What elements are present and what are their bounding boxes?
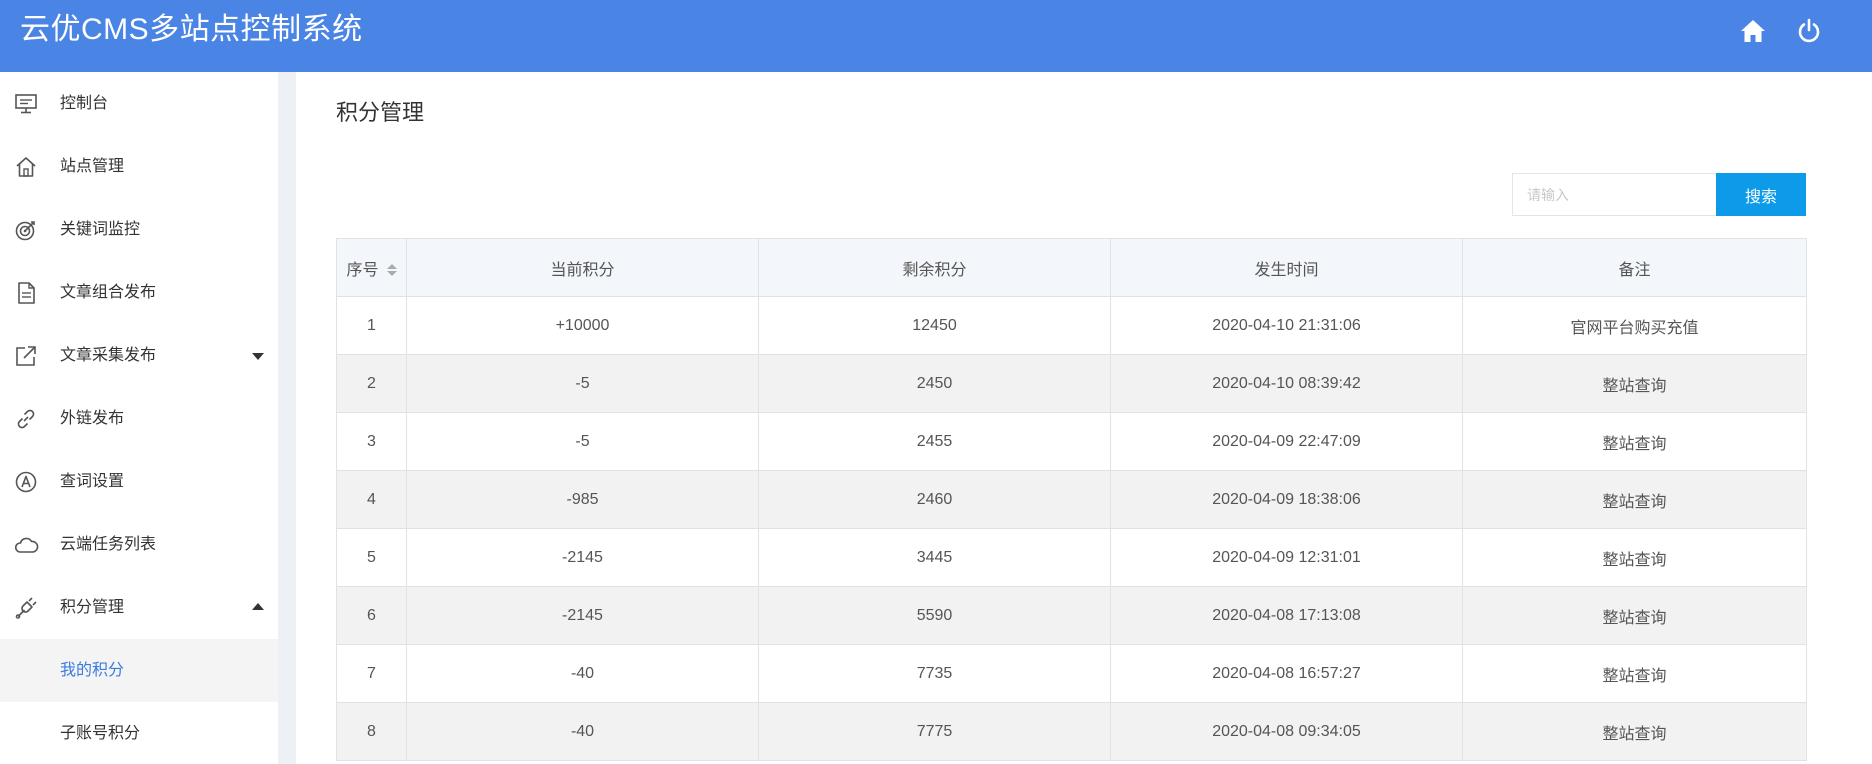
search-input[interactable]	[1512, 173, 1716, 216]
cell-time: 2020-04-08 17:13:08	[1110, 586, 1463, 645]
cell-remaining-points: 5590	[758, 586, 1111, 645]
sidebar-subitem-label: 我的积分	[60, 662, 125, 679]
cell-remaining-points: 7735	[758, 644, 1111, 703]
sidebar-item-label: 积分管理	[60, 599, 125, 616]
cell-current-points: -5	[406, 412, 759, 471]
cell-current-points: -2145	[406, 528, 759, 587]
sidebar-item-label: 查词设置	[60, 473, 125, 490]
cell-time: 2020-04-08 09:34:05	[1110, 702, 1463, 761]
link-icon	[14, 407, 40, 431]
sidebar-item-points[interactable]: 积分管理	[0, 576, 278, 639]
cell-remark: 整站查询	[1462, 702, 1807, 761]
cell-remark: 整站查询	[1462, 586, 1807, 645]
sidebar-item-label: 站点管理	[60, 158, 125, 175]
sidebar-item-sites[interactable]: 站点管理	[0, 135, 278, 198]
table-row: 2 -5 2450 2020-04-10 08:39:42 整站查询	[336, 354, 1807, 413]
external-link-icon	[14, 344, 40, 368]
document-icon	[14, 281, 40, 305]
column-header-index[interactable]: 序号	[336, 238, 407, 297]
cell-remark: 整站查询	[1462, 412, 1807, 471]
sidebar-item-query-settings[interactable]: 查词设置	[0, 450, 278, 513]
cell-index: 3	[336, 412, 407, 471]
column-header-time: 发生时间	[1110, 238, 1463, 297]
cell-index: 6	[336, 586, 407, 645]
cell-time: 2020-04-09 18:38:06	[1110, 470, 1463, 529]
cell-time: 2020-04-09 22:47:09	[1110, 412, 1463, 471]
table-row: 8 -40 7775 2020-04-08 09:34:05 整站查询	[336, 702, 1807, 761]
cell-time: 2020-04-08 16:57:27	[1110, 644, 1463, 703]
sidebar-item-label: 关键词监控	[60, 221, 141, 238]
target-icon	[14, 218, 40, 242]
cell-index: 2	[336, 354, 407, 413]
sidebar-item-label: 云端任务列表	[60, 536, 157, 553]
page-title: 积分管理	[336, 100, 425, 125]
sidebar-item-dashboard[interactable]: 控制台	[0, 72, 278, 135]
cell-index: 1	[336, 296, 407, 355]
sidebar-subitem-label: 子账号积分	[60, 725, 141, 742]
cell-remark: 整站查询	[1462, 528, 1807, 587]
table-row: 1 +10000 12450 2020-04-10 21:31:06 官网平台购…	[336, 296, 1807, 355]
sidebar-gutter	[278, 72, 296, 764]
cell-index: 5	[336, 528, 407, 587]
cell-remark: 官网平台购买充值	[1462, 296, 1807, 355]
cell-remaining-points: 2450	[758, 354, 1111, 413]
cell-time: 2020-04-10 08:39:42	[1110, 354, 1463, 413]
table-row: 5 -2145 3445 2020-04-09 12:31:01 整站查询	[336, 528, 1807, 587]
home-outline-icon	[14, 155, 40, 179]
column-header-current-points: 当前积分	[406, 238, 759, 297]
a-circle-icon	[14, 470, 40, 494]
plug-icon	[14, 596, 40, 620]
main-content: 积分管理 搜索 序号 当前积分 剩余积分 发生时间 备注 1 +10000 12…	[296, 72, 1872, 764]
app-title: 云优CMS多站点控制系统	[20, 13, 363, 46]
table-row: 4 -985 2460 2020-04-09 18:38:06 整站查询	[336, 470, 1807, 529]
table-row: 3 -5 2455 2020-04-09 22:47:09 整站查询	[336, 412, 1807, 471]
monitor-icon	[14, 92, 40, 116]
table-header-row: 序号 当前积分 剩余积分 发生时间 备注	[336, 238, 1807, 297]
column-header-remaining-points: 剩余积分	[758, 238, 1111, 297]
cell-time: 2020-04-09 12:31:01	[1110, 528, 1463, 587]
cell-remark: 整站查询	[1462, 354, 1807, 413]
points-table: 序号 当前积分 剩余积分 发生时间 备注 1 +10000 12450 2020…	[336, 238, 1807, 761]
sidebar-item-cloud-tasks[interactable]: 云端任务列表	[0, 513, 278, 576]
cell-current-points: -40	[406, 644, 759, 703]
cell-current-points: -40	[406, 702, 759, 761]
cell-remark: 整站查询	[1462, 470, 1807, 529]
chevron-up-icon	[252, 603, 264, 610]
sidebar-item-backlinks[interactable]: 外链发布	[0, 387, 278, 450]
cell-remaining-points: 2460	[758, 470, 1111, 529]
table-row: 7 -40 7735 2020-04-08 16:57:27 整站查询	[336, 644, 1807, 703]
column-header-remark: 备注	[1462, 238, 1807, 297]
sidebar-item-keyword-monitor[interactable]: 关键词监控	[0, 198, 278, 261]
sidebar-subitem-my-points[interactable]: 我的积分	[0, 639, 278, 702]
cell-remaining-points: 2455	[758, 412, 1111, 471]
sidebar-item-article-collect[interactable]: 文章采集发布	[0, 324, 278, 387]
cell-current-points: -2145	[406, 586, 759, 645]
cell-current-points: -5	[406, 354, 759, 413]
sidebar-item-label: 外链发布	[60, 410, 125, 427]
top-bar: 云优CMS多站点控制系统	[0, 0, 1872, 72]
search-button[interactable]: 搜索	[1716, 173, 1806, 216]
sidebar: 控制台 站点管理 关键词监控 文章组合发布 文章采集发布 外链发布 查词设置 云…	[0, 72, 278, 764]
cloud-icon	[14, 533, 40, 557]
home-icon[interactable]	[1738, 16, 1768, 46]
cell-index: 8	[336, 702, 407, 761]
cell-time: 2020-04-10 21:31:06	[1110, 296, 1463, 355]
sidebar-subitem-subaccount-points[interactable]: 子账号积分	[0, 702, 278, 764]
cell-index: 7	[336, 644, 407, 703]
sidebar-item-article-compose[interactable]: 文章组合发布	[0, 261, 278, 324]
power-icon[interactable]	[1794, 16, 1824, 46]
sidebar-item-label: 文章组合发布	[60, 284, 157, 301]
cell-remaining-points: 12450	[758, 296, 1111, 355]
table-row: 6 -2145 5590 2020-04-08 17:13:08 整站查询	[336, 586, 1807, 645]
cell-index: 4	[336, 470, 407, 529]
cell-current-points: -985	[406, 470, 759, 529]
chevron-down-icon	[252, 353, 264, 360]
cell-remark: 整站查询	[1462, 644, 1807, 703]
sort-icon[interactable]	[386, 263, 397, 277]
cell-remaining-points: 3445	[758, 528, 1111, 587]
cell-current-points: +10000	[406, 296, 759, 355]
sidebar-item-label: 文章采集发布	[60, 347, 157, 364]
cell-remaining-points: 7775	[758, 702, 1111, 761]
sidebar-item-label: 控制台	[60, 95, 109, 112]
